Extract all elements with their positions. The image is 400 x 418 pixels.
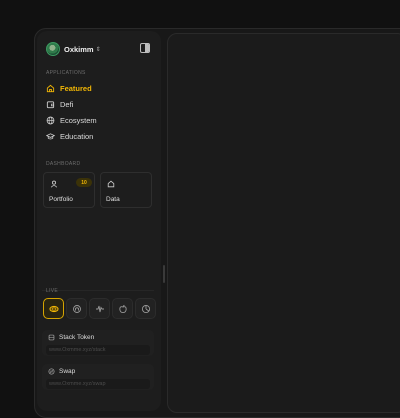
- sidebar-item-label: Defi: [60, 99, 74, 109]
- data-card[interactable]: Data: [100, 172, 152, 208]
- stack-token-card[interactable]: Stack Token www.Oxmme.xyz/stack: [42, 330, 154, 356]
- avatar: [46, 42, 60, 56]
- live-waveform-button[interactable]: [89, 298, 110, 319]
- sidebar-item-ecosystem[interactable]: Ecosystem: [46, 114, 97, 126]
- sidebar-item-education[interactable]: Education: [46, 130, 93, 142]
- sidebar-item-label: Education: [60, 131, 94, 141]
- dashboard-section-label: DASHBOARD: [46, 161, 81, 167]
- coin-icon: [48, 305, 59, 312]
- portfolio-card[interactable]: 10 Portfolio: [43, 172, 95, 208]
- live-shield-button[interactable]: [66, 298, 87, 319]
- sidebar-toggle-icon[interactable]: [140, 43, 150, 53]
- home-icon: [46, 84, 55, 92]
- sidebar-item-label: Featured: [60, 83, 92, 93]
- main-content-panel: [167, 33, 400, 413]
- swap-title: Swap: [59, 368, 76, 375]
- stack-token-title: Stack Token: [59, 334, 95, 341]
- waveform-icon: [95, 305, 104, 312]
- count-badge: 10: [76, 178, 92, 187]
- applications-section-label: APPLICATIONS: [46, 70, 86, 76]
- swap-icon: [48, 368, 55, 375]
- live-chart-button[interactable]: [135, 298, 156, 319]
- shield-icon: [72, 304, 81, 313]
- live-section-label: LIVE: [46, 288, 59, 294]
- live-apple-button[interactable]: [112, 298, 133, 319]
- user-icon: [50, 180, 58, 188]
- sidebar-item-featured[interactable]: Featured: [46, 82, 92, 94]
- sidebar-item-label: Ecosystem: [60, 115, 97, 125]
- username: Oxkimm: [64, 44, 94, 54]
- profile-switcher[interactable]: Oxkimm ⇕: [46, 41, 101, 57]
- portfolio-label: Portfolio: [49, 196, 73, 203]
- data-label: Data: [106, 196, 120, 203]
- apple-icon: [118, 304, 127, 313]
- chevron-updown-icon: ⇕: [95, 46, 101, 53]
- home-icon: [107, 180, 115, 188]
- stack-token-url[interactable]: www.Oxmme.xyz/stack: [46, 345, 150, 355]
- pie-chart-icon: [141, 304, 150, 313]
- resize-handle[interactable]: [163, 265, 165, 283]
- globe-icon: [46, 116, 55, 124]
- swap-card[interactable]: Swap www.Oxmme.xyz/swap: [42, 364, 154, 390]
- divider: [42, 290, 154, 291]
- sidebar-item-defi[interactable]: Defi: [46, 98, 73, 110]
- graduation-cap-icon: [46, 132, 55, 139]
- live-coin-button[interactable]: [43, 298, 64, 319]
- wallet-icon: [46, 100, 55, 108]
- stack-icon: [48, 334, 55, 341]
- swap-url[interactable]: www.Oxmme.xyz/swap: [46, 379, 150, 389]
